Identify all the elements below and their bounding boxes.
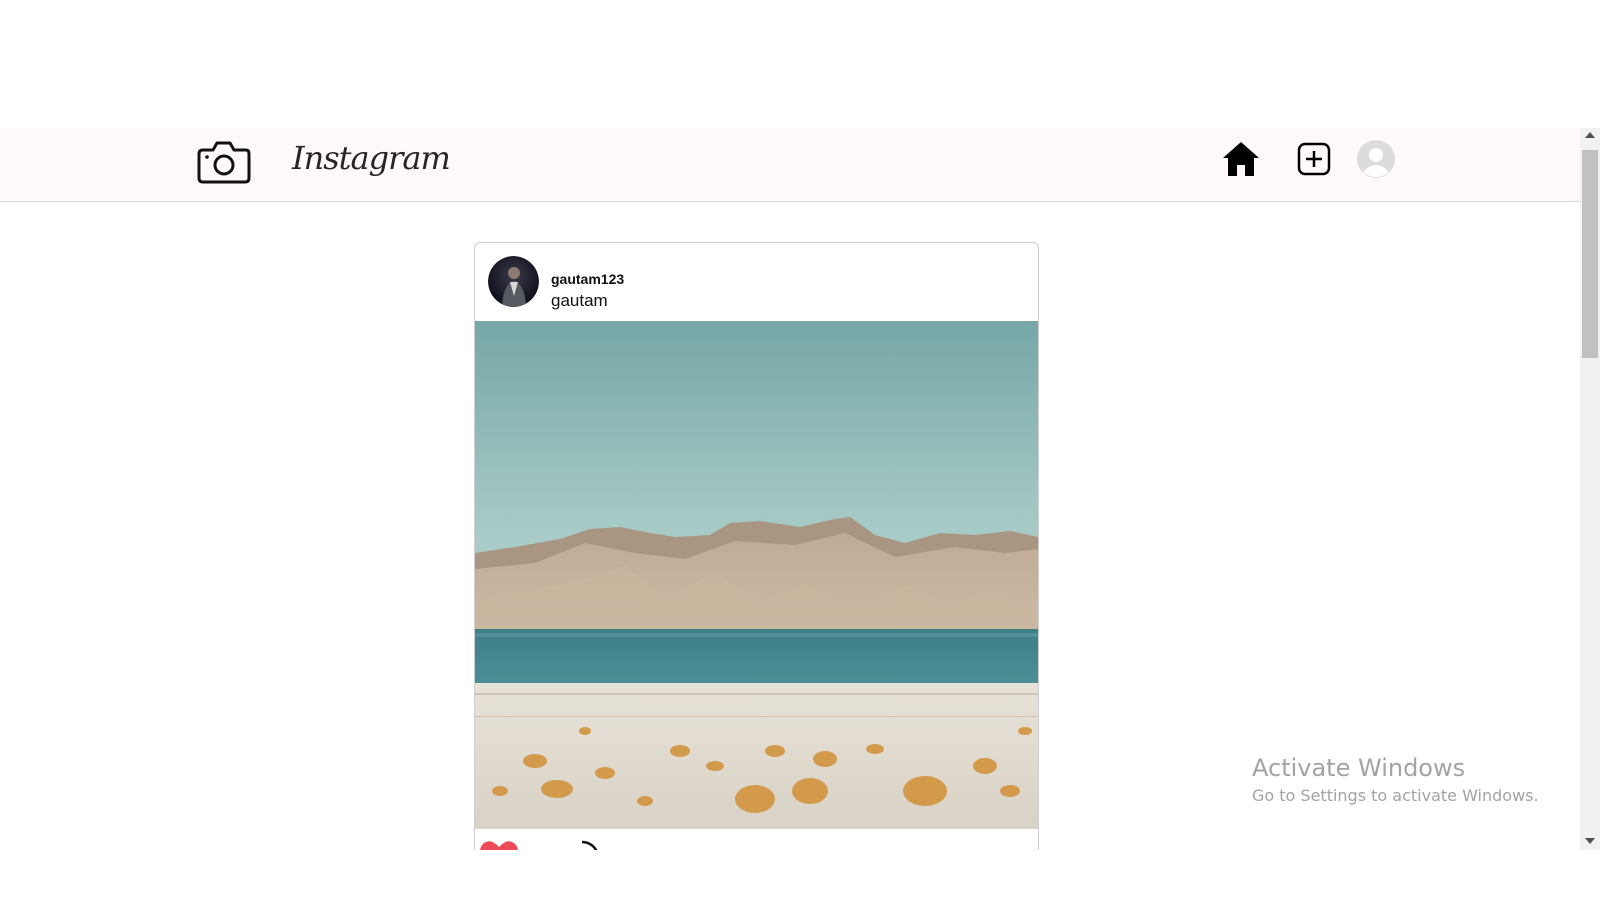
instagram-logo[interactable]: Instagram — [292, 136, 451, 180]
user-avatar-icon[interactable] — [1357, 140, 1395, 178]
post-card: gautam123 gautam — [474, 242, 1039, 850]
comment-icon[interactable] — [563, 839, 601, 850]
browser-viewport: Instagram gautam123 gautam Activate Wind… — [0, 128, 1600, 850]
top-navbar: Instagram — [0, 128, 1580, 202]
vertical-scrollbar[interactable] — [1580, 128, 1600, 850]
scrollbar-thumb[interactable] — [1582, 150, 1598, 358]
activate-windows-watermark: Activate Windows Go to Settings to activ… — [1252, 753, 1539, 809]
add-post-icon[interactable] — [1297, 142, 1331, 176]
camera-icon — [197, 141, 251, 184]
watermark-title: Activate Windows — [1252, 754, 1466, 782]
post-header: gautam123 gautam — [475, 243, 1038, 322]
post-username[interactable]: gautam123 — [551, 271, 624, 287]
heart-icon[interactable] — [479, 839, 519, 850]
watermark-subtitle: Go to Settings to activate Windows. — [1252, 786, 1539, 805]
scroll-up-arrow-icon[interactable] — [1585, 132, 1595, 138]
post-caption: gautam — [551, 291, 608, 310]
post-author-avatar[interactable] — [488, 256, 539, 307]
scroll-down-arrow-icon[interactable] — [1585, 838, 1595, 844]
post-image — [475, 321, 1038, 829]
home-icon[interactable] — [1221, 140, 1261, 178]
